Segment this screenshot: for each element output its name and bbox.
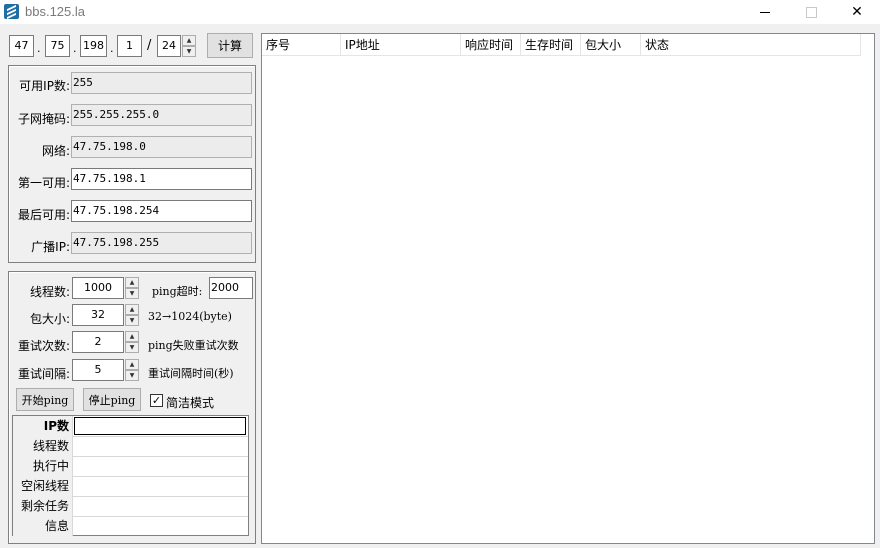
threads-up-icon[interactable]: ▲ [125, 277, 139, 288]
ip-dot-2: . [73, 42, 77, 55]
broadcast-ip-label: 广播IP: [31, 240, 70, 254]
stats-table: IP数 线程数 执行中 空闲线程 剩余任务 信息 [12, 415, 249, 536]
stats-running-value [73, 456, 248, 476]
prefix-length-input[interactable]: 24 [157, 35, 181, 57]
retries-hint: ping失败重试次数 [148, 339, 239, 352]
available-ip-count-label: 可用IP数: [19, 79, 70, 93]
prefix-slash: / [147, 38, 152, 53]
column-header-status[interactable]: 状态 [641, 34, 861, 56]
subnet-mask-label: 子网掩码: [17, 112, 70, 126]
column-header-packet-size[interactable]: 包大小 [581, 34, 641, 56]
first-usable-label: 第一可用: [17, 176, 70, 190]
stats-info-value [73, 516, 248, 536]
threads-label: 线程数: [29, 285, 70, 299]
start-ping-button[interactable]: 开始ping [16, 388, 74, 411]
column-header-index[interactable]: 序号 [262, 34, 341, 56]
ip-octet-1-input[interactable]: 47 [9, 35, 34, 57]
packet-size-input[interactable]: 32 [72, 304, 124, 326]
threads-input[interactable]: 1000 [72, 277, 124, 299]
stats-running-label: 执行中 [13, 456, 73, 476]
packet-size-label: 包大小: [29, 312, 70, 326]
stats-remaining-tasks-label: 剩余任务 [13, 496, 73, 516]
column-header-ip-address[interactable]: IP地址 [341, 34, 461, 56]
timeout-label: ping超时: [152, 285, 203, 298]
column-header-response-time[interactable]: 响应时间 [461, 34, 521, 56]
ip-octet-4-input[interactable]: 1 [117, 35, 142, 57]
available-ip-count-field: 255 [71, 72, 252, 94]
ip-octet-2-input[interactable]: 75 [45, 35, 70, 57]
retries-input[interactable]: 2 [72, 331, 124, 353]
network-label: 网络: [41, 144, 70, 158]
prefix-down-icon[interactable]: ▼ [182, 46, 196, 57]
retry-interval-down-icon[interactable]: ▼ [125, 370, 139, 381]
stats-info-label: 信息 [13, 516, 73, 536]
simple-mode-checkbox[interactable]: ✓ [150, 394, 163, 407]
threads-down-icon[interactable]: ▼ [125, 288, 139, 299]
stats-idle-threads-label: 空闲线程 [13, 476, 73, 496]
packet-size-up-icon[interactable]: ▲ [125, 304, 139, 315]
minimize-icon [760, 11, 770, 13]
first-usable-field[interactable]: 47.75.198.1 [71, 168, 252, 190]
ip-dot-1: . [37, 42, 41, 55]
packet-size-down-icon[interactable]: ▼ [125, 315, 139, 326]
stats-row: 线程数 [13, 436, 248, 457]
simple-mode-label: 简洁模式 [166, 396, 215, 410]
network-field: 47.75.198.0 [71, 136, 252, 158]
timeout-input[interactable]: 2000 [209, 277, 253, 299]
stats-remaining-tasks-value [73, 496, 248, 516]
stats-row: 信息 [13, 516, 248, 536]
retry-interval-label: 重试间隔: [17, 367, 70, 381]
window-title: bbs.125.la [25, 4, 85, 19]
maximize-button[interactable] [788, 0, 834, 24]
app-icon [4, 4, 19, 19]
stats-threads-value [73, 436, 248, 456]
retries-up-icon[interactable]: ▲ [125, 331, 139, 342]
minimize-button[interactable] [742, 0, 788, 24]
stats-ip-count-label: IP数 [13, 416, 73, 436]
stats-threads-label: 线程数 [13, 436, 73, 456]
column-header-ttl[interactable]: 生存时间 [521, 34, 581, 56]
stats-idle-threads-value [73, 476, 248, 496]
close-icon: ✕ [851, 4, 863, 20]
ip-dot-3: . [110, 42, 114, 55]
close-button[interactable]: ✕ [834, 0, 880, 24]
last-usable-field[interactable]: 47.75.198.254 [71, 200, 252, 222]
retries-label: 重试次数: [17, 339, 70, 353]
retries-down-icon[interactable]: ▼ [125, 342, 139, 353]
stats-row: 执行中 [13, 456, 248, 477]
results-list[interactable]: 序号 IP地址 响应时间 生存时间 包大小 状态 [261, 33, 875, 544]
calculate-button[interactable]: 计算 [207, 33, 253, 58]
stop-ping-button[interactable]: 停止ping [83, 388, 141, 411]
retry-interval-input[interactable]: 5 [72, 359, 124, 381]
stats-row: 空闲线程 [13, 476, 248, 497]
packet-size-hint: 32→1024(byte) [148, 310, 232, 323]
retry-interval-up-icon[interactable]: ▲ [125, 359, 139, 370]
stats-ip-count-value[interactable] [74, 417, 246, 435]
ip-octet-3-input[interactable]: 198 [80, 35, 107, 57]
broadcast-ip-field: 47.75.198.255 [71, 232, 252, 254]
maximize-icon [805, 6, 817, 18]
stats-row: 剩余任务 [13, 496, 248, 517]
last-usable-label: 最后可用: [17, 208, 70, 222]
subnet-mask-field: 255.255.255.0 [71, 104, 252, 126]
stats-row: IP数 [13, 416, 248, 437]
retry-interval-hint: 重试间隔时间(秒) [148, 367, 234, 380]
prefix-up-icon[interactable]: ▲ [182, 35, 196, 46]
